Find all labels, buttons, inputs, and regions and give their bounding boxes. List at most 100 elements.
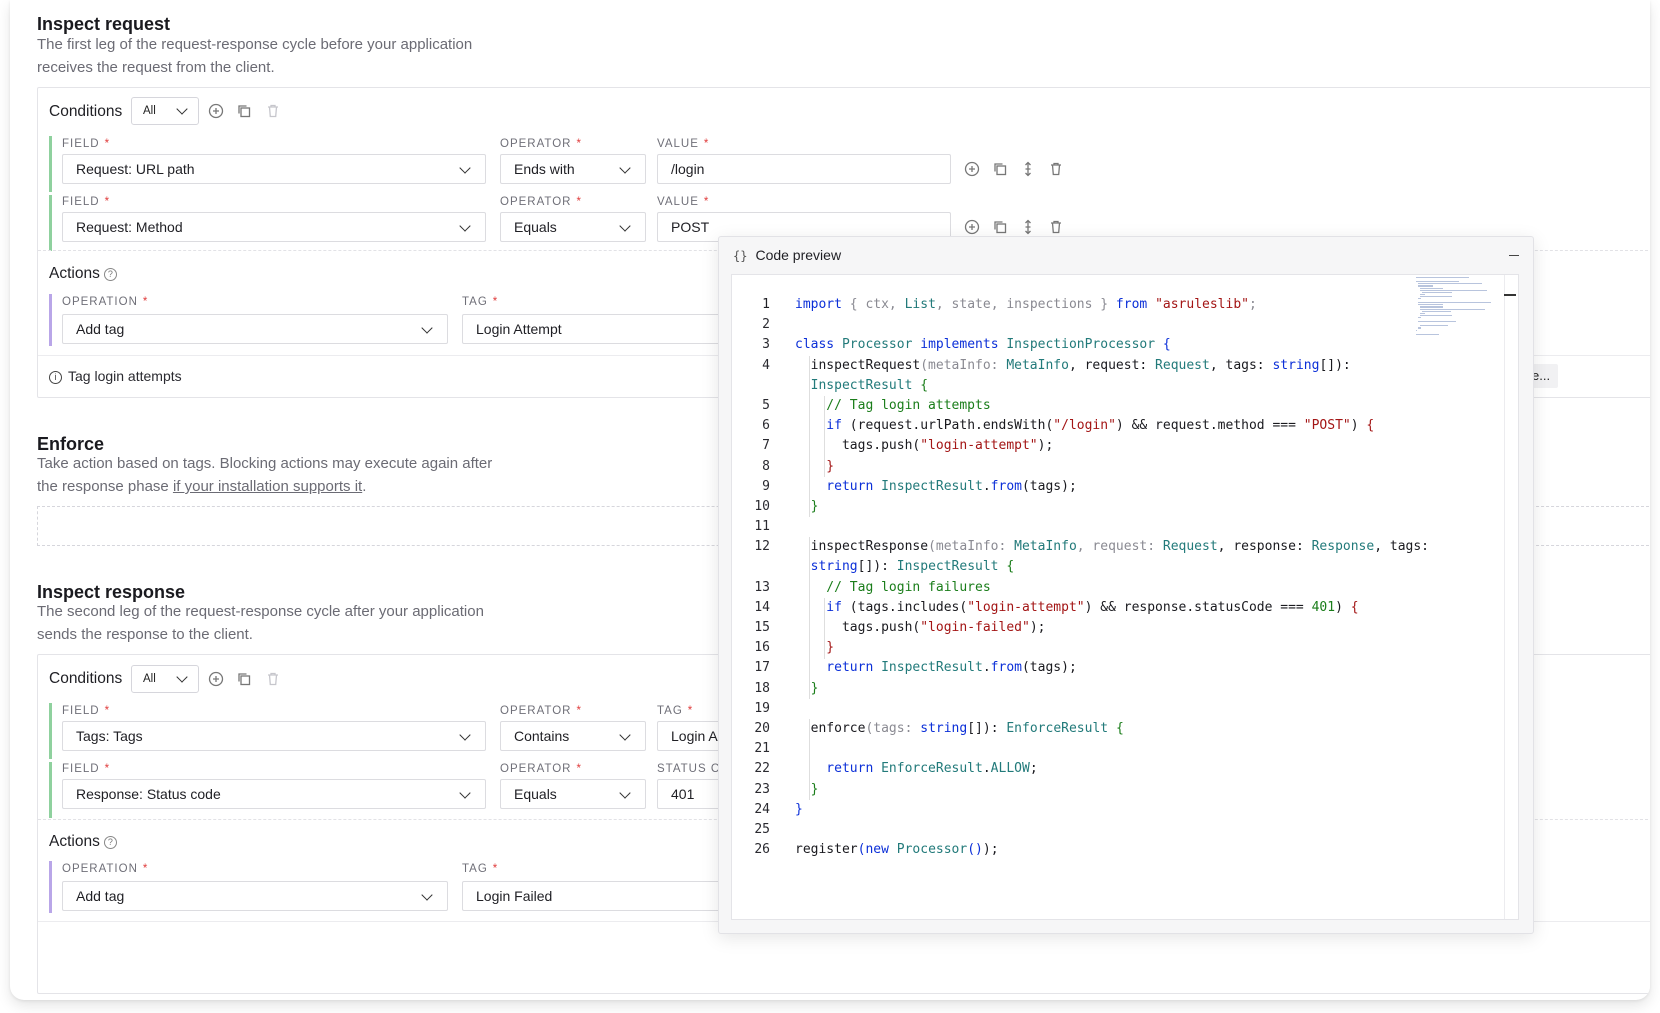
code-token: "login-attempt" xyxy=(920,438,1038,454)
code-token: return xyxy=(795,761,882,777)
minimap-line xyxy=(1420,293,1425,295)
required-marker: * xyxy=(104,138,111,150)
indent-guide xyxy=(809,719,810,800)
code-preview-panel: {} Code preview 1 import { ctx, List, stat… xyxy=(718,236,1534,934)
code-text: } xyxy=(795,457,834,477)
info-icon: i xyxy=(49,371,62,384)
code-text: if (tags.includes("login-attempt") && re… xyxy=(795,598,1358,618)
code-token: (tags); xyxy=(1021,478,1077,494)
operator-select[interactable]: Ends with xyxy=(500,154,646,184)
add-condition-icon[interactable] xyxy=(207,670,225,688)
code-token: return xyxy=(795,660,882,676)
actions-label-text: Actions xyxy=(49,265,100,282)
line-number: 20 xyxy=(754,720,770,736)
enforce-description: Take action based on tags. Blocking acti… xyxy=(37,452,537,498)
code-text: return EnforceResult.ALLOW; xyxy=(795,759,1037,779)
required-marker: * xyxy=(703,196,710,208)
line-number: 14 xyxy=(754,599,770,615)
label-text: STATUS C xyxy=(657,763,721,775)
line-number: 13 xyxy=(754,579,770,595)
code-token: MetaInfo xyxy=(1014,539,1077,555)
required-marker: * xyxy=(703,138,710,150)
input-value: /login xyxy=(671,161,705,177)
help-icon[interactable]: ? xyxy=(103,836,117,849)
conditions-match-select[interactable]: All xyxy=(131,665,199,693)
code-minimap[interactable] xyxy=(1416,277,1506,337)
add-condition-icon[interactable] xyxy=(963,218,981,236)
code-token: List xyxy=(904,297,936,312)
minimap-line xyxy=(1416,281,1460,283)
code-token: ); xyxy=(982,842,999,858)
tag-input[interactable]: Login Failed xyxy=(462,881,762,911)
code-token: InspectResult xyxy=(896,559,1007,575)
installation-support-link[interactable]: if your installation supports it xyxy=(173,478,362,495)
label-text: OPERATION xyxy=(62,296,138,308)
condition-row-marker xyxy=(49,136,52,192)
scroll-position-marker[interactable] xyxy=(1504,294,1516,296)
operation-select[interactable]: Add tag xyxy=(62,881,448,911)
code-editor[interactable]: 1 import { ctx, List, state, inspections … xyxy=(731,274,1519,920)
rule-description-text: Tag login attempts xyxy=(68,368,182,384)
label-text: TAG xyxy=(462,296,488,308)
chevron-down-icon xyxy=(459,729,471,741)
select-value: Ends with xyxy=(514,161,575,177)
operator-select[interactable]: Equals xyxy=(500,212,646,242)
description-text: the response phase xyxy=(37,478,173,495)
minimap-line xyxy=(1418,316,1421,319)
select-value: Equals xyxy=(514,786,557,802)
chevron-down-icon xyxy=(176,671,188,683)
code-token: Request xyxy=(1162,539,1218,555)
conditions-match-select[interactable]: All xyxy=(131,97,199,125)
line-number: 6 xyxy=(762,418,770,434)
add-condition-icon[interactable] xyxy=(963,160,981,178)
code-token: import xyxy=(795,297,842,312)
operator-label: OPERATOR * xyxy=(500,196,582,208)
chevron-down-icon xyxy=(421,322,433,334)
code-token: "/login" xyxy=(1053,418,1116,434)
rule-description: i Tag login attempts xyxy=(49,368,182,384)
code-token: (new xyxy=(857,842,897,858)
editor-scrollbar[interactable] xyxy=(1504,275,1518,919)
trash-icon[interactable] xyxy=(1047,218,1065,236)
value-input[interactable]: /login xyxy=(657,154,951,184)
trash-icon[interactable] xyxy=(264,670,282,688)
field-select[interactable]: Tags: Tags xyxy=(62,721,486,751)
copy-icon[interactable] xyxy=(235,102,253,120)
description-line: Take action based on tags. Blocking acti… xyxy=(37,455,493,472)
required-marker: * xyxy=(576,196,582,208)
select-value: Add tag xyxy=(76,321,125,337)
minimap-line xyxy=(1418,304,1444,306)
field-select[interactable]: Request: Method xyxy=(62,212,486,242)
copy-icon[interactable] xyxy=(235,670,253,688)
field-select[interactable]: Request: URL path xyxy=(62,154,486,184)
copy-icon[interactable] xyxy=(991,218,1009,236)
add-condition-icon[interactable] xyxy=(207,102,225,120)
code-token: InspectResult xyxy=(881,478,983,494)
operator-select[interactable]: Equals xyxy=(500,779,646,809)
field-label: FIELD * xyxy=(62,196,110,208)
trash-icon[interactable] xyxy=(1047,160,1065,178)
code-token: , request: xyxy=(1076,539,1163,555)
code-text: import { ctx, List, state, inspections }… xyxy=(795,295,1257,315)
description-line: the response phase if your installation … xyxy=(37,475,537,498)
tag-input[interactable]: Login Attempt xyxy=(462,314,762,344)
help-icon[interactable]: ? xyxy=(103,268,117,281)
code-token: } xyxy=(795,801,803,817)
code-token: implements xyxy=(920,337,1007,353)
code-token: tags.push( xyxy=(795,438,921,454)
copy-icon[interactable] xyxy=(991,160,1009,178)
chevron-down-icon xyxy=(619,787,631,799)
code-token: []): xyxy=(1319,357,1351,373)
drag-handle-icon[interactable] xyxy=(1019,160,1037,178)
drag-handle-icon[interactable] xyxy=(1019,218,1037,236)
code-token: enforce xyxy=(795,720,866,736)
label-text: FIELD xyxy=(62,763,100,775)
required-marker: * xyxy=(104,763,111,775)
field-select[interactable]: Response: Status code xyxy=(62,779,486,809)
line-number: 25 xyxy=(754,821,770,837)
trash-icon[interactable] xyxy=(264,102,282,120)
code-text: register(new Processor()); xyxy=(795,840,999,860)
minimize-icon[interactable] xyxy=(1509,255,1519,256)
operation-select[interactable]: Add tag xyxy=(62,314,448,344)
operator-select[interactable]: Contains xyxy=(500,721,646,751)
